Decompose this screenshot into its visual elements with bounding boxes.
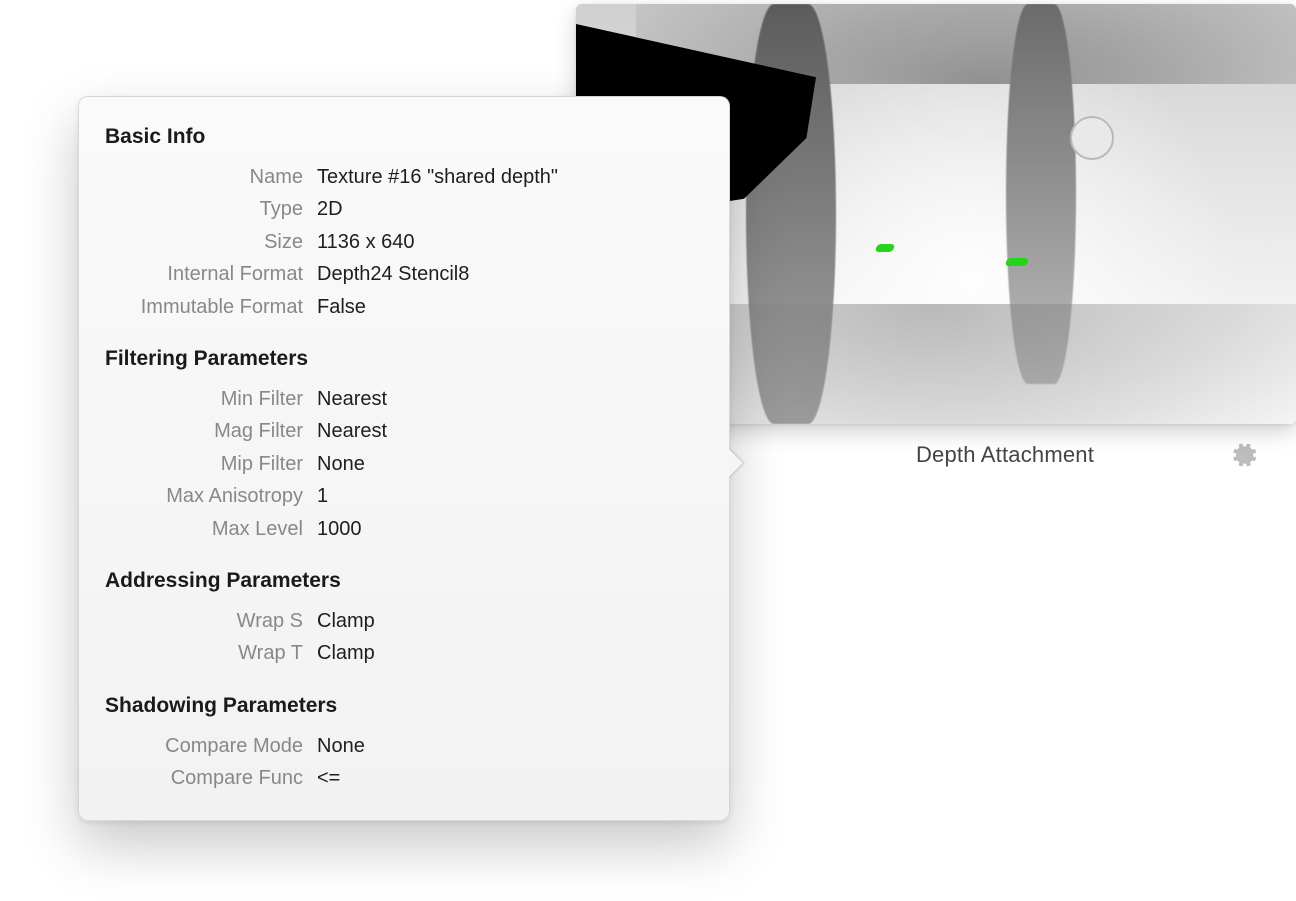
attachment-caption: Depth Attachment	[778, 442, 1232, 468]
row-size: Size 1136 x 640	[105, 226, 699, 258]
value-compare-func: <=	[317, 762, 699, 794]
row-immutable-format: Immutable Format False	[105, 291, 699, 323]
value-max-level: 1000	[317, 513, 699, 545]
value-internal-format: Depth24 Stencil8	[317, 258, 699, 290]
value-immutable-format: False	[317, 291, 699, 323]
texture-info-popover: Basic Info Name Texture #16 "shared dept…	[78, 96, 730, 821]
value-min-filter: Nearest	[317, 383, 699, 415]
label-compare-func: Compare Func	[105, 762, 317, 794]
row-mag-filter: Mag Filter Nearest	[105, 415, 699, 447]
value-mag-filter: Nearest	[317, 415, 699, 447]
value-size: 1136 x 640	[317, 226, 699, 258]
label-immutable-format: Immutable Format	[105, 291, 317, 323]
label-size: Size	[105, 226, 317, 258]
row-mip-filter: Mip Filter None	[105, 448, 699, 480]
value-compare-mode: None	[317, 730, 699, 762]
section-heading-basic-info: Basic Info	[105, 125, 699, 149]
label-name: Name	[105, 161, 317, 193]
value-wrap-t: Clamp	[317, 637, 699, 669]
row-wrap-t: Wrap T Clamp	[105, 637, 699, 669]
gear-icon	[1232, 442, 1258, 468]
label-wrap-s: Wrap S	[105, 605, 317, 637]
value-max-anisotropy: 1	[317, 480, 699, 512]
label-mag-filter: Mag Filter	[105, 415, 317, 447]
value-type: 2D	[317, 193, 699, 225]
section-heading-addressing: Addressing Parameters	[105, 569, 699, 593]
label-compare-mode: Compare Mode	[105, 730, 317, 762]
value-name: Texture #16 "shared depth"	[317, 161, 699, 193]
label-min-filter: Min Filter	[105, 383, 317, 415]
row-name: Name Texture #16 "shared depth"	[105, 161, 699, 193]
value-mip-filter: None	[317, 448, 699, 480]
label-internal-format: Internal Format	[105, 258, 317, 290]
row-compare-mode: Compare Mode None	[105, 730, 699, 762]
depth-highlight	[1005, 258, 1030, 266]
section-heading-filtering: Filtering Parameters	[105, 347, 699, 371]
row-wrap-s: Wrap S Clamp	[105, 605, 699, 637]
row-max-anisotropy: Max Anisotropy 1	[105, 480, 699, 512]
depth-hanging-orb	[1070, 116, 1114, 160]
row-type: Type 2D	[105, 193, 699, 225]
label-type: Type	[105, 193, 317, 225]
row-min-filter: Min Filter Nearest	[105, 383, 699, 415]
label-mip-filter: Mip Filter	[105, 448, 317, 480]
row-max-level: Max Level 1000	[105, 513, 699, 545]
row-compare-func: Compare Func <=	[105, 762, 699, 794]
settings-button[interactable]	[1232, 442, 1292, 468]
value-wrap-s: Clamp	[317, 605, 699, 637]
label-max-level: Max Level	[105, 513, 317, 545]
section-heading-shadowing: Shadowing Parameters	[105, 694, 699, 718]
row-internal-format: Internal Format Depth24 Stencil8	[105, 258, 699, 290]
label-wrap-t: Wrap T	[105, 637, 317, 669]
label-max-anisotropy: Max Anisotropy	[105, 480, 317, 512]
